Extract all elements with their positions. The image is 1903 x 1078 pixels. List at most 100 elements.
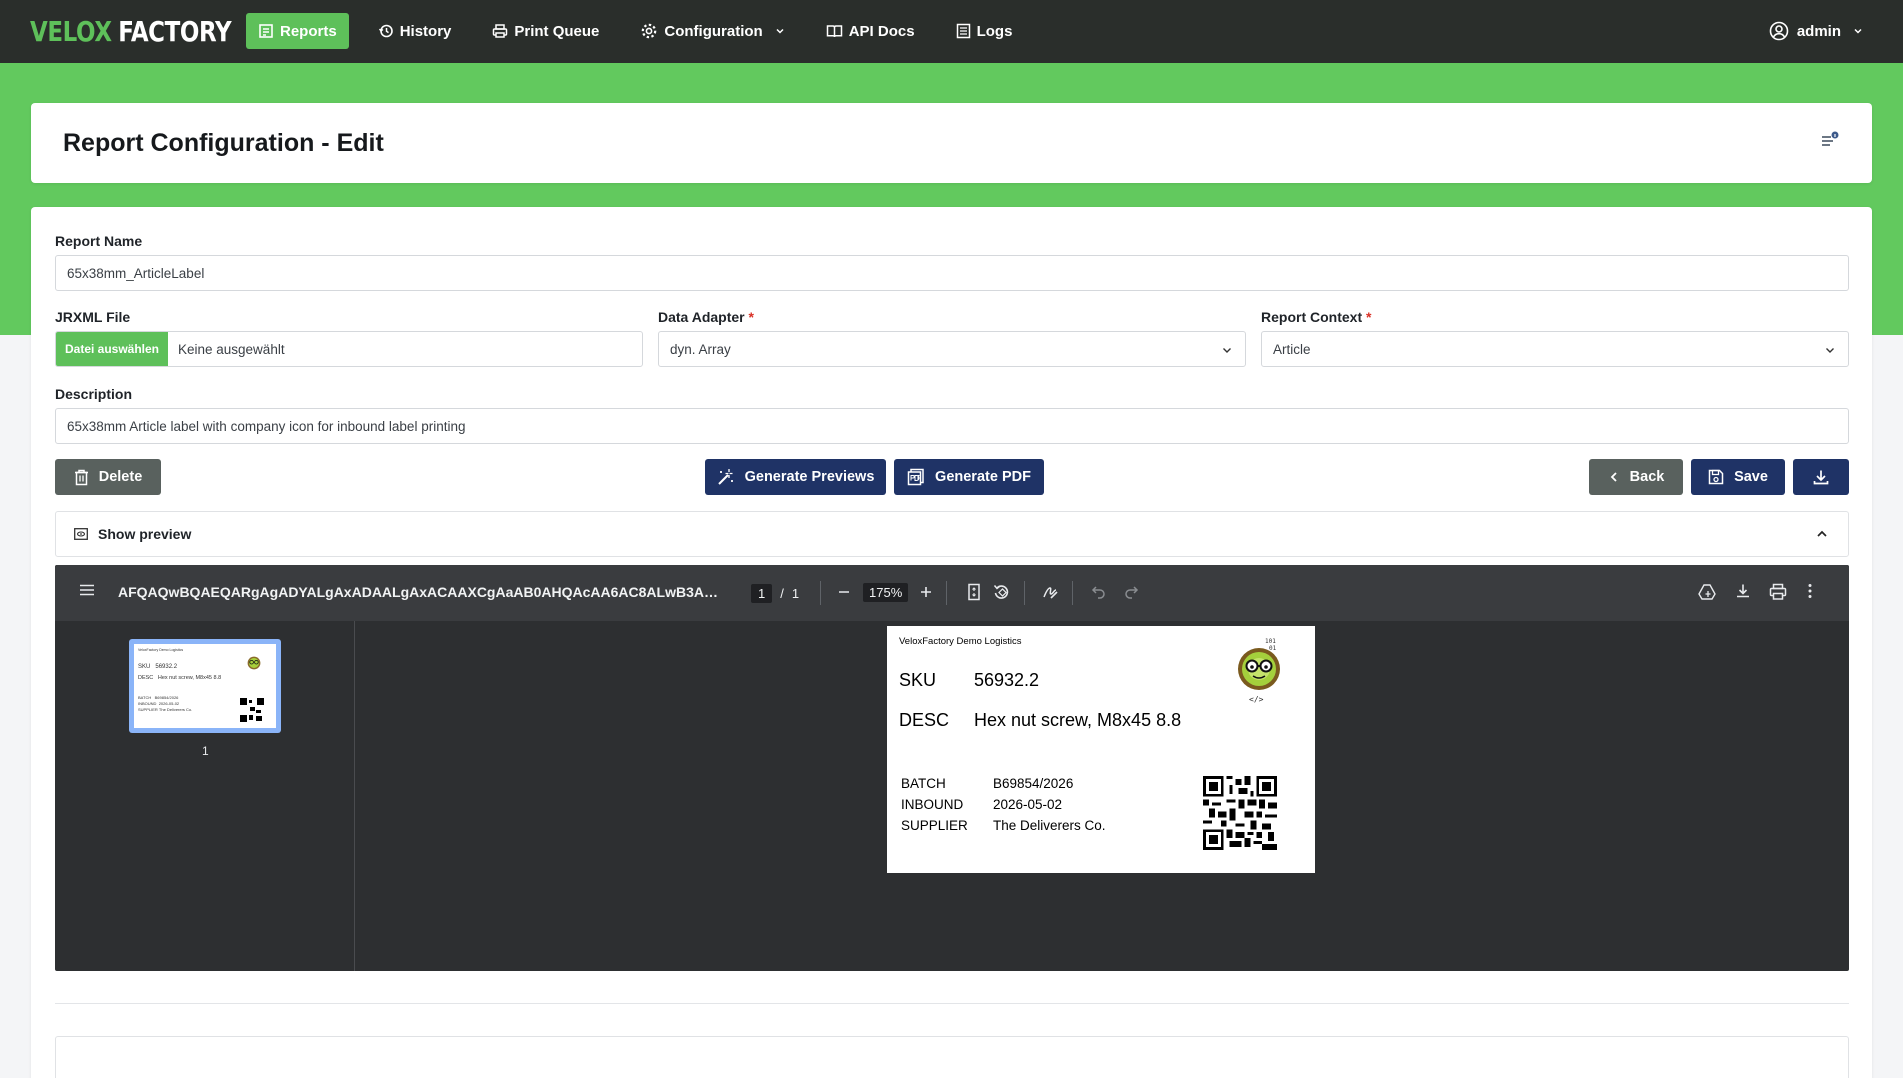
pdf-file-icon <box>907 468 924 486</box>
toolbar-divider <box>820 581 821 605</box>
floppy-disk-icon <box>1708 469 1724 485</box>
zoom-level[interactable]: 175% <box>863 583 909 602</box>
top-navbar: VELOX FACTORY Reports History Print Queue… <box>0 0 1903 63</box>
download-button[interactable] <box>1793 459 1849 495</box>
data-adapter-select[interactable]: dyn. Array <box>658 331 1246 367</box>
nav-print-queue[interactable]: Print Queue <box>480 13 611 49</box>
label-inbound-key: INBOUND <box>901 797 964 812</box>
hamburger-menu-icon[interactable] <box>79 583 95 597</box>
section-divider <box>55 1003 1849 1004</box>
logs-icon <box>956 23 970 39</box>
user-circle-icon <box>1769 21 1789 41</box>
book-icon <box>826 25 842 38</box>
download-icon <box>1813 470 1829 485</box>
drive-save-icon[interactable] <box>1698 583 1716 601</box>
description-input[interactable]: 65x38mm Article label with company icon … <box>55 408 1849 444</box>
generate-previews-button[interactable]: Generate Previews <box>705 459 886 495</box>
username: admin <box>1796 22 1841 40</box>
history-icon <box>378 24 393 38</box>
svg-text:101: 101 <box>1265 638 1276 645</box>
preview-eye-icon <box>74 528 88 540</box>
title-card: Report Configuration - Edit <box>31 103 1872 183</box>
generate-pdf-button[interactable]: Generate PDF <box>894 459 1044 495</box>
label-inbound-value: 2026-05-02 <box>993 797 1063 812</box>
label-company: VeloxFactory Demo Logistics <box>899 636 1022 647</box>
delete-button[interactable]: Delete <box>55 459 161 495</box>
report-name-input[interactable]: 65x38mm_ArticleLabel <box>55 255 1849 291</box>
chevron-down-icon <box>1826 348 1834 353</box>
chevron-down-icon <box>776 28 784 34</box>
page-title: Report Configuration - Edit <box>63 129 384 157</box>
annotate-pen-icon[interactable] <box>1041 583 1059 601</box>
gear-icon <box>642 23 657 39</box>
thumbnail-preview: VeloxFactory Demo Logistics SKU 56932.2 … <box>134 644 276 728</box>
form-card: Report Name 65x38mm_ArticleLabel JRXML F… <box>31 207 1872 1078</box>
qr-code <box>1203 776 1277 850</box>
user-menu[interactable]: admin <box>1769 13 1863 49</box>
label-desc-value: Hex nut screw, M8x45 8.8 <box>974 710 1182 730</box>
thumbnail-page-number: 1 <box>202 744 209 758</box>
toolbar-divider <box>1072 581 1073 605</box>
chevron-down-icon <box>1854 28 1862 34</box>
save-button[interactable]: Save <box>1691 459 1785 495</box>
redo-icon[interactable] <box>1123 583 1139 599</box>
pdf-file-name: AFQAQwBQAEQARgAgADYALgAxADAALgAxACAAXCgA… <box>118 584 728 600</box>
zoom-out-icon[interactable] <box>837 585 851 599</box>
choose-file-button[interactable]: Datei auswählen <box>56 332 168 366</box>
data-adapter-label: Data Adapter * <box>658 309 754 325</box>
chevron-left-icon <box>1610 472 1617 482</box>
page-thumbnail[interactable]: VeloxFactory Demo Logistics SKU 56932.2 … <box>129 639 281 733</box>
toolbar-divider <box>946 581 947 605</box>
nav-history[interactable]: History <box>366 13 464 49</box>
label-desc-key: DESC <box>899 710 950 730</box>
page-input[interactable]: 1 <box>751 584 773 603</box>
info-list-icon[interactable] <box>1820 131 1840 149</box>
rotate-icon[interactable] <box>993 583 1011 601</box>
report-context-select[interactable]: Article <box>1261 331 1849 367</box>
printer-icon <box>493 24 508 38</box>
bottom-panel <box>55 1036 1849 1078</box>
printer-icon[interactable] <box>1769 583 1787 601</box>
svg-text:</>: </> <box>1249 695 1264 704</box>
toolbar-divider <box>1024 581 1025 605</box>
report-context-label: Report Context * <box>1261 309 1372 325</box>
report-name-label: Report Name <box>55 233 143 249</box>
nav-api-docs[interactable]: API Docs <box>814 13 927 49</box>
magic-wand-icon <box>717 469 733 485</box>
chevron-up-icon <box>1817 530 1827 537</box>
show-preview-toggle[interactable]: Show preview <box>55 511 1849 557</box>
undo-icon[interactable] <box>1091 583 1107 599</box>
reports-icon <box>259 24 273 38</box>
label-sku-value: 56932.2 <box>974 670 1040 690</box>
main-nav: Reports History Print Queue Configuratio… <box>246 13 1041 49</box>
label-supplier-value: The Deliverers Co. <box>993 818 1106 833</box>
kiwi-mascot-icon: 101 01 </> <box>1238 638 1280 704</box>
page-indicator: 1 / 1 <box>751 584 799 603</box>
brand-logo[interactable]: VELOX FACTORY <box>30 15 232 48</box>
svg-text:01: 01 <box>1269 645 1277 652</box>
pdf-viewer: AFQAQwBQAEQARgAgADYALgAxADAALgAxACAAXCgA… <box>55 565 1849 971</box>
more-vertical-icon[interactable] <box>1807 583 1813 599</box>
nav-reports[interactable]: Reports <box>246 13 349 49</box>
zoom-in-icon[interactable] <box>919 585 933 599</box>
label-sku-key: SKU <box>899 670 937 690</box>
chevron-down-icon <box>1223 348 1231 353</box>
file-status: Keine ausgewählt <box>178 341 285 357</box>
nav-configuration[interactable]: Configuration <box>628 13 796 49</box>
label-supplier-key: SUPPLIER <box>901 818 968 833</box>
jrxml-file-label: JRXML File <box>55 309 131 325</box>
qr-code-thumbnail <box>240 698 264 722</box>
trash-icon <box>74 469 88 485</box>
kiwi-mascot-icon <box>247 656 261 670</box>
thumbnail-sidebar: VeloxFactory Demo Logistics SKU 56932.2 … <box>55 621 355 971</box>
pdf-page: VeloxFactory Demo Logistics SKU 56932.2 … <box>887 626 1315 873</box>
pdf-toolbar: AFQAQwBQAEQARgAgADYALgAxADAALgAxACAAXCgA… <box>55 565 1849 621</box>
fit-page-icon[interactable] <box>967 583 981 601</box>
jrxml-file-input[interactable]: Datei auswählen Keine ausgewählt <box>55 331 643 367</box>
back-button[interactable]: Back <box>1589 459 1683 495</box>
label-batch-value: B69854/2026 <box>993 776 1074 791</box>
download-icon[interactable] <box>1735 583 1751 599</box>
description-label: Description <box>55 386 133 402</box>
label-batch-key: BATCH <box>901 776 946 791</box>
nav-logs[interactable]: Logs <box>944 13 1025 49</box>
